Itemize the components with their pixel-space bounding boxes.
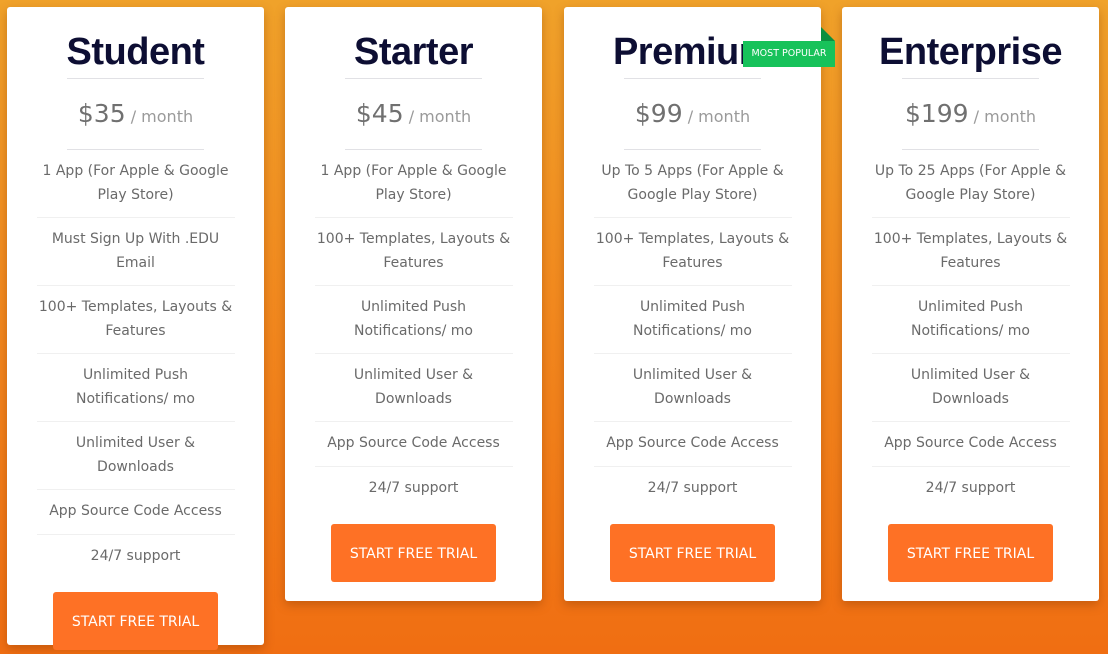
feature-item: 24/7 support [314,465,513,511]
feature-item: Unlimited Push Notifications/ mo [871,285,1070,353]
start-free-trial-button[interactable]: START FREE TRIAL [610,524,775,582]
start-free-trial-button[interactable]: START FREE TRIAL [331,524,496,582]
feature-item: Unlimited User & Downloads [314,353,513,421]
price-amount: $35 [77,99,126,128]
feature-item: Up To 25 Apps (For Apple & Google Play S… [874,163,1067,203]
price-period: / month [687,107,751,126]
plan-price: $45 / month [285,79,542,149]
feature-item: 100+ Templates, Layouts & Features [593,217,792,285]
start-free-trial-button[interactable]: START FREE TRIAL [888,524,1053,582]
feature-item: 1 App (For Apple & Google Play Store) [320,163,507,203]
price-period: / month [973,107,1037,126]
feature-item: App Source Code Access [871,421,1070,466]
plan-price: $199 / month [842,79,1099,149]
pricing-card-starter: Starter $45 / month 1 App (For Apple & G… [285,7,542,601]
feature-item: 24/7 support [593,465,792,511]
most-popular-badge: MOST POPULAR [743,41,835,67]
feature-item: App Source Code Access [36,489,235,534]
pricing-card-premium: Premium $99 / month Up To 5 Apps (For Ap… [564,7,821,601]
plan-title: Student [66,31,205,73]
price-amount: $199 [904,99,969,128]
feature-list: 1 App (For Apple & Google Play Store) Mu… [36,150,235,579]
feature-item: 100+ Templates, Layouts & Features [36,285,235,353]
feature-list: Up To 5 Apps (For Apple & Google Play St… [593,150,792,511]
start-free-trial-button[interactable]: START FREE TRIAL [53,592,218,650]
feature-item: Unlimited Push Notifications/ mo [314,285,513,353]
plan-title: Starter [354,31,474,73]
feature-item: 100+ Templates, Layouts & Features [314,217,513,285]
plan-price: $99 / month [564,79,821,149]
price-amount: $99 [634,99,683,128]
feature-list: Up To 25 Apps (For Apple & Google Play S… [871,150,1070,511]
feature-list: 1 App (For Apple & Google Play Store) 10… [314,150,513,511]
feature-item: Unlimited Push Notifications/ mo [593,285,792,353]
feature-item: Unlimited Push Notifications/ mo [36,353,235,421]
price-period: / month [408,107,472,126]
plan-title: Enterprise [879,31,1062,73]
feature-item: 1 App (For Apple & Google Play Store) [42,163,229,203]
price-period: / month [130,107,194,126]
feature-item: 100+ Templates, Layouts & Features [871,217,1070,285]
plan-price: $35 / month [7,79,264,149]
pricing-card-student: Student $35 / month 1 App (For Apple & G… [7,7,264,650]
feature-item: App Source Code Access [314,421,513,466]
price-amount: $45 [355,99,404,128]
feature-item: Unlimited User & Downloads [593,353,792,421]
pricing-card-enterprise: Enterprise $199 / month Up To 25 Apps (F… [842,7,1099,601]
feature-item: Unlimited User & Downloads [871,353,1070,421]
feature-item: Must Sign Up With .EDU Email [36,217,235,285]
feature-item: App Source Code Access [593,421,792,466]
ribbon-fold [821,27,835,41]
feature-item: Unlimited User & Downloads [36,421,235,489]
feature-item: 24/7 support [36,533,235,579]
feature-item: 24/7 support [871,465,1070,511]
feature-item: Up To 5 Apps (For Apple & Google Play St… [601,163,784,203]
